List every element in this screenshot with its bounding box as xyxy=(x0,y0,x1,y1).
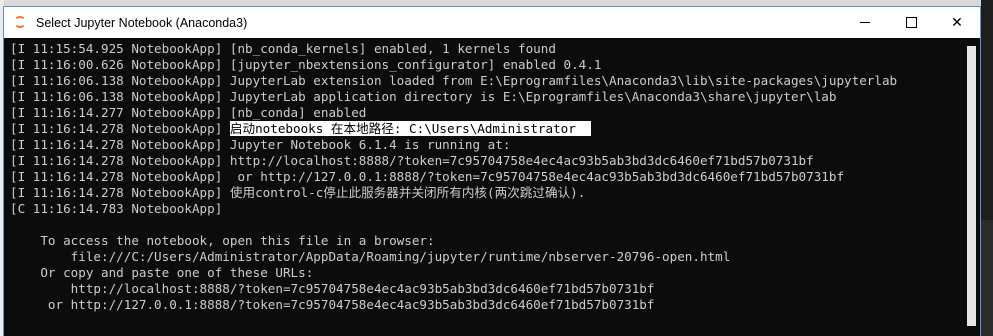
scrollbar[interactable] xyxy=(963,38,980,336)
console-line: [I 11:16:14.278 NotebookApp] or http://1… xyxy=(10,169,845,184)
jupyter-icon xyxy=(14,15,28,30)
console-line: Or copy and paste one of these URLs: xyxy=(10,265,314,280)
minimize-icon xyxy=(860,22,870,23)
minimize-button[interactable] xyxy=(842,7,888,38)
console-line: [I 11:16:06.138 NotebookApp] JupyterLab … xyxy=(10,73,898,88)
console-line: [I 11:16:06.138 NotebookApp] JupyterLab … xyxy=(10,89,837,104)
console-line: [I 11:15:54.925 NotebookApp] [nb_conda_k… xyxy=(10,41,556,56)
console-output[interactable]: [I 11:15:54.925 NotebookApp] [nb_conda_k… xyxy=(4,38,964,336)
console-line-prefix: [I 11:16:14.278 NotebookApp] xyxy=(10,121,230,136)
desktop-background-right xyxy=(981,0,993,336)
maximize-button[interactable] xyxy=(888,7,934,38)
console-line: http://localhost:8888/?token=7c95704758e… xyxy=(10,281,655,296)
selected-text: 启动notebooks 在本地路径: C:\Users\Administrato… xyxy=(229,121,592,136)
console-line: [I 11:16:14.278 NotebookApp] http://loca… xyxy=(10,153,814,168)
console-line: file:///C:/Users/Administrator/AppData/R… xyxy=(10,249,731,264)
console-line: [I 11:16:14.278 NotebookApp] Jupyter Not… xyxy=(10,137,511,152)
desktop-background-panel xyxy=(981,220,993,336)
console-window: Select Jupyter Notebook (Anaconda3) ✕ [I… xyxy=(3,6,981,336)
window-title: Select Jupyter Notebook (Anaconda3) xyxy=(36,15,248,30)
console-line: [I 11:16:14.277 NotebookApp] [nb_conda] … xyxy=(10,105,367,120)
console-line: [I 11:16:14.278 NotebookApp] 使用control-c… xyxy=(10,185,586,200)
title-bar[interactable]: Select Jupyter Notebook (Anaconda3) ✕ xyxy=(4,7,980,38)
scrollbar-thumb[interactable] xyxy=(967,46,976,326)
maximize-icon xyxy=(905,17,917,28)
close-icon: ✕ xyxy=(951,14,963,31)
console-line: [I 11:16:00.626 NotebookApp] [jupyter_nb… xyxy=(10,57,602,72)
close-button[interactable]: ✕ xyxy=(934,7,980,38)
console-line: [C 11:16:14.783 NotebookApp] xyxy=(10,201,223,216)
console-line: or http://127.0.0.1:8888/?token=7c957047… xyxy=(10,297,655,312)
window-controls: ✕ xyxy=(842,7,980,38)
console-line: [I 11:16:14.278 NotebookApp] 启动notebooks… xyxy=(10,121,964,137)
console-line: To access the notebook, open this file i… xyxy=(10,233,435,248)
